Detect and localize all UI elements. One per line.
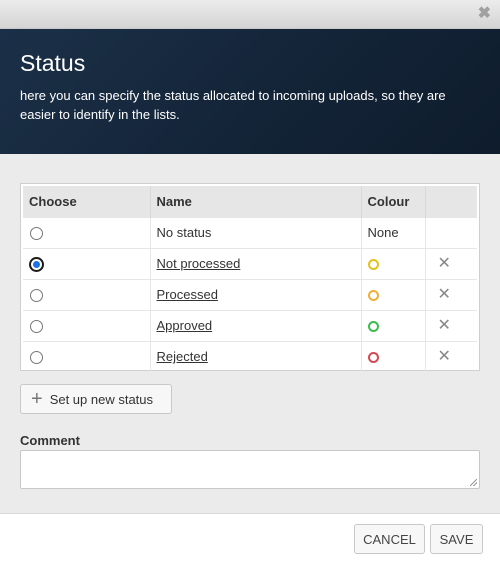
name-cell: Approved (150, 309, 362, 341)
dialog-footer: CANCEL SAVE (0, 513, 500, 564)
status-colour-dot (367, 290, 379, 302)
colour-cell (361, 247, 426, 279)
actions-cell: ✕ (425, 247, 477, 279)
close-icon[interactable]: ✖ (478, 6, 491, 22)
choose-cell (23, 278, 151, 310)
colour-cell (361, 309, 426, 341)
actions-cell (425, 216, 477, 248)
status-table: Choose Name Colour No status None Not pr… (23, 186, 477, 372)
column-header-choose: Choose (23, 186, 151, 217)
actions-cell: ✕ (425, 278, 477, 310)
status-colour-dot (367, 352, 379, 364)
status-radio-rejected[interactable] (30, 351, 43, 365)
status-name-link[interactable]: Approved (157, 318, 213, 333)
table-row: Processed ✕ (23, 278, 477, 310)
dialog-header: Status here you can specify the status a… (0, 29, 500, 154)
resize-grip-icon[interactable] (470, 479, 477, 486)
delete-icon[interactable]: ✕ (438, 348, 451, 365)
dialog-title: Status (20, 50, 86, 76)
comment-label: Comment (20, 433, 80, 448)
status-table-container: Choose Name Colour No status None Not pr… (20, 183, 480, 372)
setup-new-status-label: Set up new status (49, 391, 154, 407)
choose-cell (23, 216, 151, 248)
status-radio-not-processed[interactable] (30, 258, 43, 272)
status-name-link[interactable]: Rejected (157, 349, 208, 364)
status-colour-dot (367, 321, 379, 333)
name-cell: Not processed (150, 247, 362, 279)
status-name: No status (156, 225, 212, 240)
colour-cell: None (361, 216, 426, 248)
delete-icon[interactable]: ✕ (438, 317, 451, 334)
save-button[interactable]: SAVE (430, 524, 483, 554)
name-cell: Rejected (150, 340, 362, 372)
plus-icon: + (31, 388, 43, 410)
status-name-link[interactable]: Processed (157, 287, 218, 302)
comment-textarea[interactable] (20, 450, 480, 489)
column-header-name: Name (150, 186, 362, 217)
status-radio-no-status[interactable] (30, 227, 43, 241)
actions-cell: ✕ (425, 309, 477, 341)
table-row: Not processed ✕ (23, 247, 477, 279)
dialog-titlebar: ✖ (0, 0, 500, 29)
table-row: Approved ✕ (23, 309, 477, 341)
choose-cell (23, 247, 151, 279)
name-cell: No status (150, 216, 362, 248)
delete-icon[interactable]: ✕ (438, 286, 451, 303)
setup-new-status-button[interactable]: + Set up new status (20, 384, 172, 414)
colour-cell (361, 278, 426, 310)
cancel-button[interactable]: CANCEL (354, 524, 425, 554)
colour-cell (361, 340, 426, 372)
column-header-colour: Colour (361, 186, 426, 217)
column-header-actions (425, 186, 477, 217)
choose-cell (23, 340, 151, 372)
delete-icon[interactable]: ✕ (438, 255, 451, 272)
table-row: No status None (23, 216, 477, 248)
choose-cell (23, 309, 151, 341)
status-name-link[interactable]: Not processed (157, 256, 241, 271)
status-radio-processed[interactable] (30, 289, 43, 303)
table-row: Rejected ✕ (23, 340, 477, 372)
name-cell: Processed (150, 278, 362, 310)
dialog-content: Choose Name Colour No status None Not pr… (0, 154, 500, 513)
status-colour-text: None (367, 225, 399, 240)
actions-cell: ✕ (425, 340, 477, 372)
dialog-description: here you can specify the status allocate… (20, 88, 446, 122)
table-header-row: Choose Name Colour (23, 186, 477, 217)
status-colour-dot (367, 259, 379, 271)
status-radio-approved[interactable] (30, 320, 43, 334)
